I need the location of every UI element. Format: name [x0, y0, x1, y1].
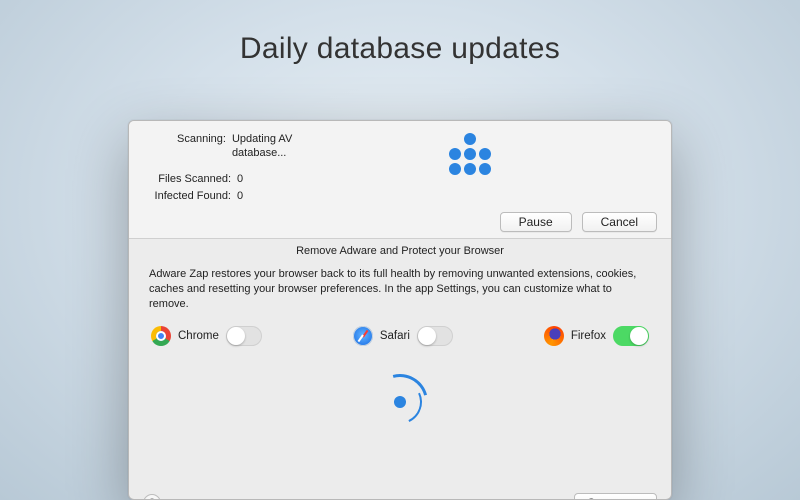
browser-firefox: Firefox: [544, 326, 649, 346]
pause-button[interactable]: Pause: [500, 212, 572, 232]
scan-panel: Scanning: Updating AV database... Files …: [129, 121, 671, 239]
app-window: Scanning: Updating AV database... Files …: [128, 120, 672, 500]
browser-chrome: Chrome: [151, 326, 262, 346]
infected-found-label: Infected Found:: [143, 189, 231, 203]
scan-progress-icon: [449, 133, 491, 175]
page-title: Daily database updates: [0, 32, 800, 66]
description-text: Adware Zap restores your browser back to…: [149, 267, 651, 312]
browser-safari: Safari: [353, 326, 453, 346]
firefox-icon: [544, 326, 564, 346]
cancel-button[interactable]: Cancel: [582, 212, 657, 232]
safari-label: Safari: [380, 330, 410, 342]
firefox-label: Firefox: [571, 330, 606, 342]
browser-toggles: Chrome Safari Firefox: [149, 326, 651, 346]
section-header: Remove Adware and Protect your Browser: [149, 245, 651, 257]
safari-toggle[interactable]: [417, 326, 453, 346]
files-scanned-value: 0: [237, 172, 243, 186]
help-button[interactable]: ?: [143, 494, 161, 500]
main-content: Remove Adware and Protect your Browser A…: [129, 239, 671, 500]
chrome-icon: [151, 326, 171, 346]
firefox-toggle[interactable]: [613, 326, 649, 346]
loading-spinner-icon: [372, 374, 428, 430]
scanning-status: Updating AV database...: [232, 132, 343, 160]
contact-us-button[interactable]: Contact us: [574, 493, 657, 500]
safari-icon: [353, 326, 373, 346]
scanning-label: Scanning:: [143, 132, 226, 160]
chrome-toggle[interactable]: [226, 326, 262, 346]
scan-stats: Scanning: Updating AV database... Files …: [143, 129, 343, 206]
infected-found-value: 0: [237, 189, 243, 203]
chrome-label: Chrome: [178, 330, 219, 342]
files-scanned-label: Files Scanned:: [143, 172, 231, 186]
